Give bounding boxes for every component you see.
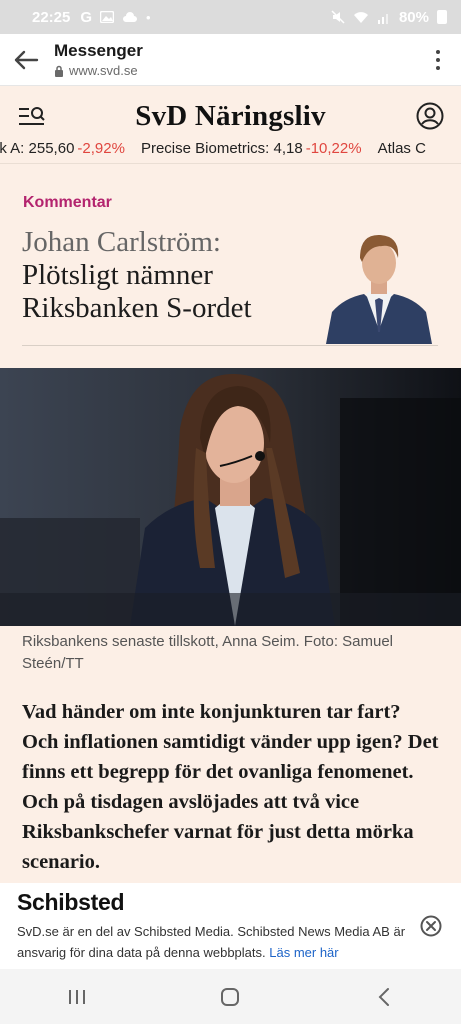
divider [22,345,438,346]
mute-icon [331,10,345,24]
ticker-item[interactable]: Atlas C [378,140,426,157]
article-lead: Vad händer om inte konjunkturen tar fart… [22,701,439,873]
schibsted-logo: Schibsted [17,889,125,915]
site-header: SvD Näringsliv [0,86,461,146]
headline-author: Johan Carlström: [22,226,221,258]
status-right: 80% [331,9,447,26]
section-label[interactable]: Kommentar [23,194,112,212]
ticker-item[interactable]: Precise Biometrics: 4,18 -10,22% [141,140,362,157]
dot-icon [436,49,440,54]
battery-icon [437,10,447,24]
home-icon [221,987,240,1006]
author-photo [326,228,432,344]
recents-icon [68,989,85,1004]
status-bar: 22:25 G • 80% [0,0,461,34]
battery-percent: 80% [398,8,429,26]
ticker-track: ik A: 255,60-2,92% Precise Biometrics: 4… [0,140,426,157]
cloud-icon [123,11,138,22]
schibsted-banner: Schibsted SvD.se är en del av Schibsted … [0,883,461,969]
back-button[interactable] [0,34,52,86]
browser-bar: Messenger www.svd.se [0,34,461,86]
arrow-left-icon [14,50,39,69]
home-button[interactable] [200,977,260,1017]
site-logo[interactable]: SvD Näringsliv [0,100,461,133]
article-headline[interactable]: Johan Carlström: Plötsligt nämner Riksba… [22,226,312,325]
system-nav-bar [0,969,461,1024]
headline-title: Plötsligt nämner Riksbanken S-ordet [22,259,252,324]
close-icon[interactable] [420,915,442,937]
chevron-left-icon [378,987,390,1006]
image-caption: Riksbankens senaste tillskott, Anna Seim… [22,633,394,672]
browser-url: www.svd.se [69,63,138,78]
dot-icon [436,65,440,70]
overflow-menu-button[interactable] [415,34,461,86]
stock-ticker[interactable]: ik A: 255,60-2,92% Precise Biometrics: 4… [0,140,461,164]
article-image[interactable] [0,368,461,626]
status-time: 22:25 [32,8,71,26]
ticker-item[interactable]: ik A: 255,60-2,92% [0,140,125,157]
status-icons: G • [80,9,150,26]
menu-search-icon[interactable] [18,105,46,127]
dot-icon [436,57,440,62]
dot-icon: • [146,9,151,25]
browser-titles: Messenger www.svd.se [54,41,143,78]
recent-apps-button[interactable] [47,977,107,1017]
url-row: www.svd.se [54,63,143,78]
signal-icon [377,13,388,24]
banner-text: SvD.se är en del av Schibsted Media. Sch… [17,924,406,960]
back-nav-button[interactable] [354,977,414,1017]
account-icon[interactable] [416,102,444,130]
image-icon [100,11,115,23]
browser-title: Messenger [54,41,143,60]
google-icon: G [80,8,93,26]
wifi-icon [353,11,368,23]
read-more-link[interactable]: Läs mer här [269,945,338,960]
lock-icon [55,65,63,77]
